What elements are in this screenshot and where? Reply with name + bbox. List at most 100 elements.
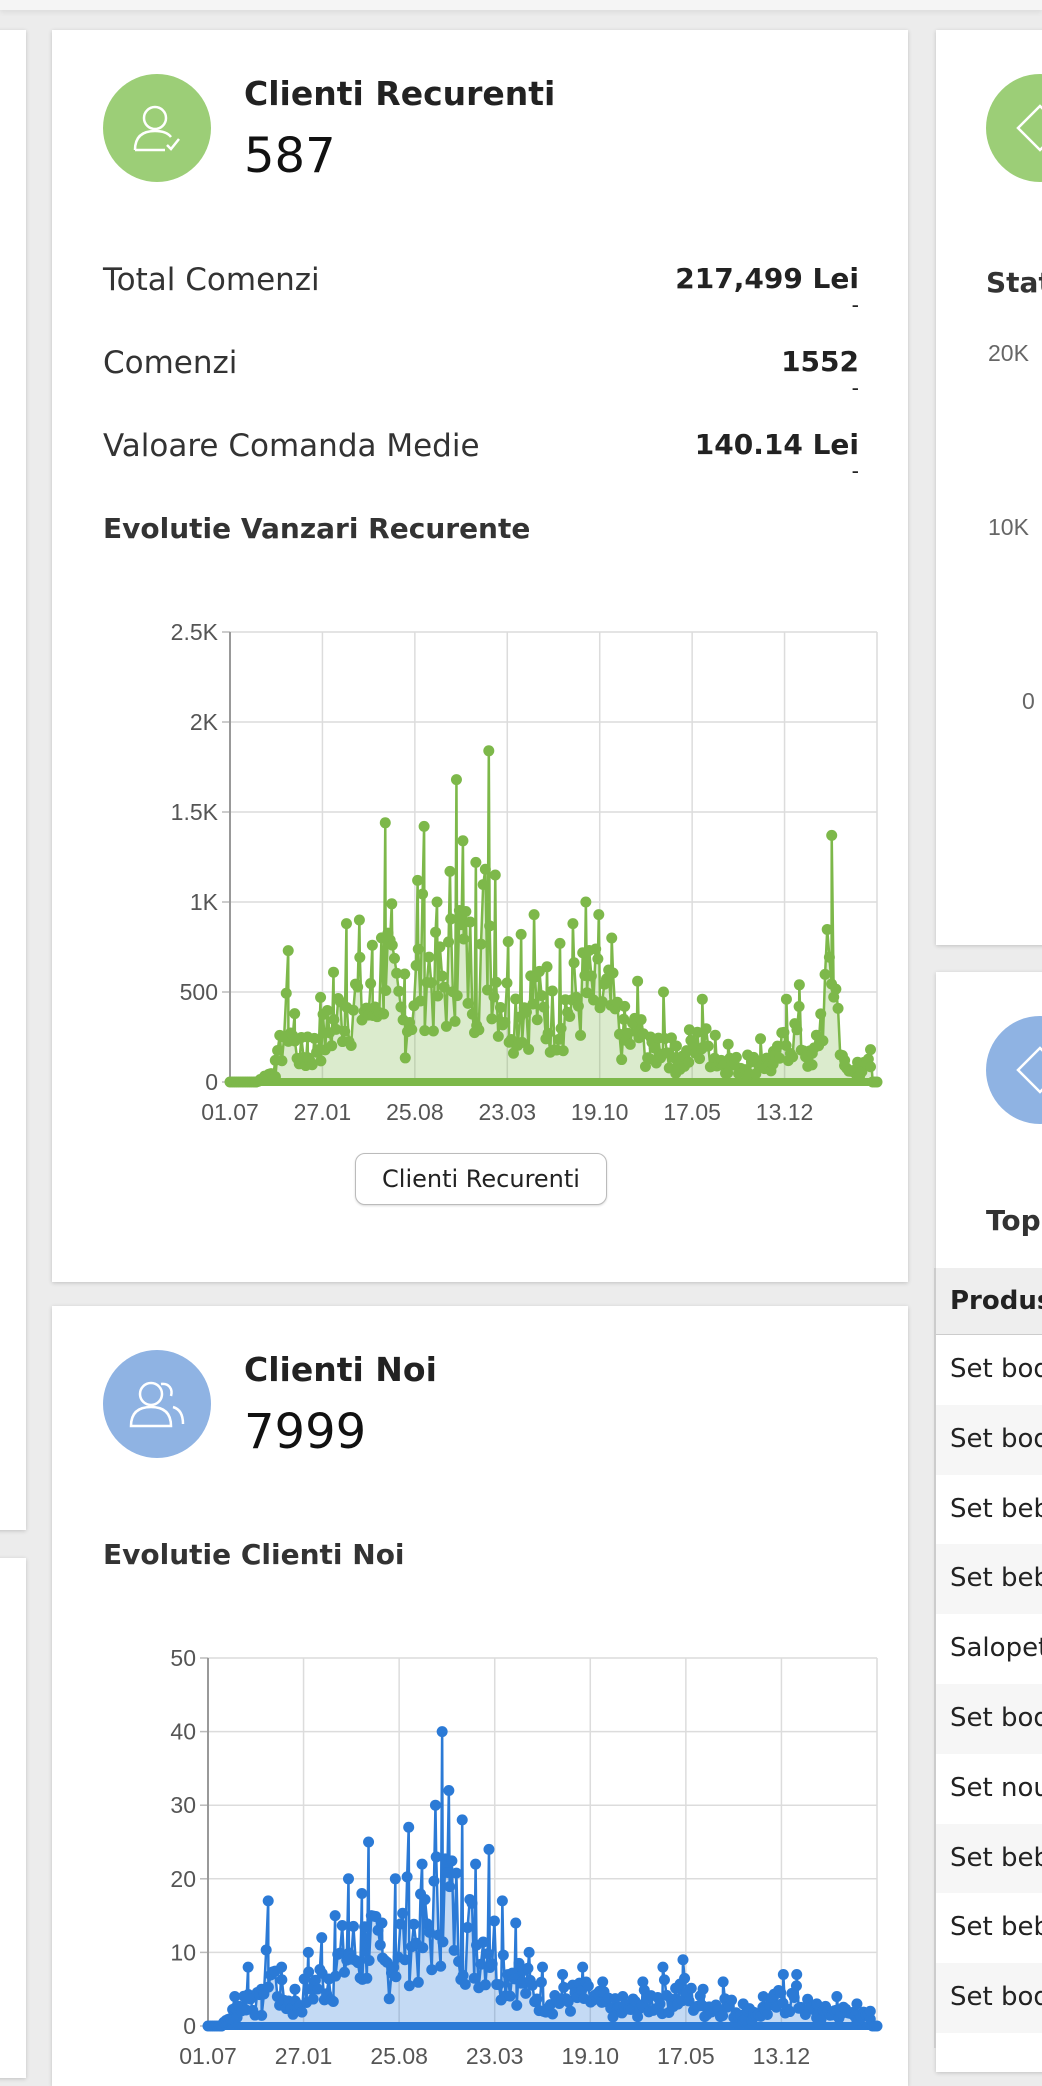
data-point[interactable] — [819, 968, 831, 980]
data-point[interactable] — [410, 960, 422, 972]
data-point[interactable] — [557, 1045, 569, 1057]
data-point[interactable] — [412, 1976, 424, 1988]
data-point[interactable] — [446, 1855, 458, 1867]
data-point[interactable] — [457, 835, 469, 847]
data-point[interactable] — [761, 2009, 773, 2021]
data-point[interactable] — [366, 939, 378, 951]
data-point[interactable] — [262, 1981, 274, 1993]
data-point[interactable] — [390, 1971, 402, 1983]
data-point[interactable] — [871, 2020, 883, 2032]
data-point[interactable] — [619, 1000, 631, 1012]
data-point[interactable] — [272, 1045, 284, 1057]
data-point[interactable] — [340, 918, 352, 930]
data-point[interactable] — [531, 1014, 543, 1026]
data-point[interactable] — [328, 966, 340, 978]
data-point[interactable] — [515, 928, 527, 940]
data-point[interactable] — [477, 1936, 489, 1948]
data-point[interactable] — [437, 1936, 449, 1948]
data-point[interactable] — [365, 978, 377, 990]
data-point[interactable] — [276, 1055, 288, 1067]
data-point[interactable] — [864, 2005, 876, 2017]
data-point[interactable] — [658, 1974, 670, 1986]
data-point[interactable] — [408, 1918, 420, 1930]
table-row[interactable]: Set beb — [936, 1544, 1042, 1615]
data-point[interactable] — [537, 1961, 548, 1973]
data-point[interactable] — [388, 1961, 400, 1973]
data-point[interactable] — [412, 943, 424, 955]
data-point[interactable] — [388, 952, 400, 964]
data-point[interactable] — [815, 1008, 827, 1020]
data-point[interactable] — [466, 1897, 478, 1909]
data-point[interactable] — [456, 1814, 468, 1826]
data-point[interactable] — [702, 1040, 714, 1052]
data-point[interactable] — [775, 1987, 787, 1999]
data-point[interactable] — [527, 998, 539, 1010]
data-point[interactable] — [493, 1979, 505, 1991]
data-point[interactable] — [510, 1917, 522, 1929]
data-point[interactable] — [376, 1917, 388, 1929]
data-point[interactable] — [865, 1044, 877, 1056]
data-point[interactable] — [553, 1033, 565, 1045]
data-point[interactable] — [817, 1035, 829, 1047]
data-point[interactable] — [483, 745, 495, 757]
data-point[interactable] — [502, 936, 514, 948]
data-point[interactable] — [547, 2008, 559, 2020]
data-point[interactable] — [470, 856, 482, 868]
data-point[interactable] — [791, 1968, 803, 1980]
data-point[interactable] — [475, 938, 487, 950]
data-point[interactable] — [282, 945, 294, 957]
data-point[interactable] — [538, 1001, 550, 1013]
data-point[interactable] — [464, 916, 476, 928]
data-point[interactable] — [709, 1029, 721, 1041]
data-point[interactable] — [453, 1956, 465, 1968]
data-point[interactable] — [473, 1024, 485, 1036]
data-point[interactable] — [427, 1025, 439, 1037]
data-point[interactable] — [386, 898, 398, 910]
data-point[interactable] — [535, 1976, 547, 1988]
table-row[interactable]: Set beb — [936, 1893, 1042, 1963]
data-point[interactable] — [242, 1961, 254, 1973]
data-point[interactable] — [479, 863, 491, 875]
data-point[interactable] — [488, 991, 500, 1003]
data-point[interactable] — [436, 970, 448, 982]
data-point[interactable] — [616, 1054, 628, 1066]
data-point[interactable] — [575, 1029, 587, 1041]
data-point[interactable] — [315, 991, 327, 1003]
data-point[interactable] — [363, 1836, 375, 1848]
data-point[interactable] — [607, 967, 619, 979]
data-point[interactable] — [289, 1008, 301, 1020]
data-point[interactable] — [307, 1993, 319, 2005]
data-point[interactable] — [432, 990, 444, 1002]
table-row[interactable]: Set bod — [936, 1404, 1042, 1475]
data-point[interactable] — [419, 1893, 431, 1905]
data-point[interactable] — [582, 1980, 594, 1992]
data-point[interactable] — [308, 1032, 320, 1044]
data-point[interactable] — [462, 997, 474, 1009]
data-point[interactable] — [354, 951, 366, 963]
data-point[interactable] — [347, 1920, 359, 1932]
data-point[interactable] — [449, 1015, 461, 1027]
data-point[interactable] — [316, 1932, 328, 1944]
table-row[interactable]: Set beb — [936, 1823, 1042, 1894]
data-point[interactable] — [790, 1980, 802, 1992]
table-row[interactable]: Set bod — [936, 1683, 1042, 1754]
data-point[interactable] — [383, 1993, 395, 2005]
data-point[interactable] — [256, 2009, 268, 2021]
data-point[interactable] — [536, 990, 548, 1002]
data-point[interactable] — [523, 1946, 535, 1958]
data-point[interactable] — [397, 1907, 409, 1919]
data-point[interactable] — [522, 1962, 534, 1974]
data-point[interactable] — [448, 1944, 460, 1956]
data-point[interactable] — [423, 951, 435, 963]
data-point[interactable] — [590, 943, 602, 955]
data-point[interactable] — [468, 1972, 480, 1984]
data-point[interactable] — [523, 1043, 535, 1055]
data-point[interactable] — [567, 918, 579, 930]
data-point[interactable] — [269, 1071, 281, 1083]
data-point[interactable] — [466, 1008, 478, 1020]
data-point[interactable] — [395, 1001, 407, 1013]
data-point[interactable] — [450, 774, 462, 786]
data-point[interactable] — [577, 1961, 589, 1973]
data-point[interactable] — [386, 939, 398, 951]
data-point[interactable] — [389, 1873, 401, 1885]
